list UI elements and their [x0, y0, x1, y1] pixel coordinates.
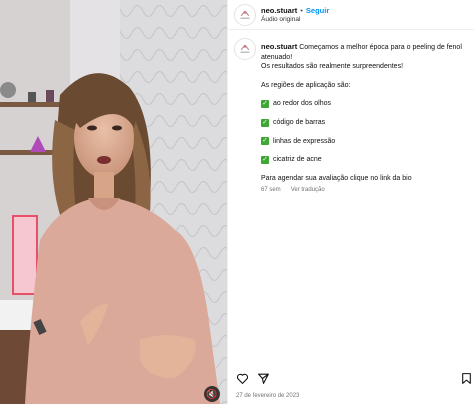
caption-avatar[interactable]	[234, 38, 256, 60]
caption-line2: Os resultados são realmente surpreendent…	[261, 63, 404, 71]
header-line: neo.stuart • Seguir	[261, 6, 329, 15]
list-item: ✓ código de barras	[261, 118, 467, 128]
follow-button[interactable]: Seguir	[306, 6, 329, 15]
regions-intro: As regiões de aplicação são:	[261, 81, 351, 89]
brand-logo-icon	[235, 5, 255, 25]
caption-body: neo.stuart Começamos a melhor época para…	[261, 42, 467, 196]
separator-dot: •	[300, 6, 303, 15]
video-frame	[0, 0, 227, 404]
post-info-panel: neo.stuart • Seguir Áudio original neo.stu…	[227, 0, 474, 404]
list-item: ✓ ao redor dos olhos	[261, 99, 467, 109]
heart-icon[interactable]	[236, 372, 249, 385]
brand-logo-icon	[235, 39, 255, 59]
list-item-label: ao redor dos olhos	[273, 100, 331, 108]
mute-icon[interactable]: 🔇	[204, 386, 220, 402]
checkmark-icon: ✓	[261, 137, 269, 146]
reel-video[interactable]: 🔇	[0, 0, 227, 404]
checkmark-icon: ✓	[261, 100, 269, 109]
caption-cta: Para agendar sua avaliação clique no lin…	[261, 174, 412, 182]
bookmark-icon[interactable]	[460, 372, 473, 385]
list-item-label: código de barras	[273, 118, 326, 126]
caption-username[interactable]: neo.stuart	[261, 42, 297, 51]
list-item: ✓ cicatriz de acne	[261, 155, 467, 165]
post-header: neo.stuart • Seguir Áudio original	[228, 0, 474, 30]
share-icon[interactable]	[257, 372, 270, 385]
username-link[interactable]: neo.stuart	[261, 6, 297, 15]
translate-button[interactable]: Ver tradução	[291, 187, 325, 193]
caption-meta: 67 sem Ver tradução	[261, 186, 467, 196]
avatar[interactable]	[234, 4, 256, 26]
post-age[interactable]: 67 sem	[261, 187, 281, 193]
audio-label[interactable]: Áudio original	[261, 16, 300, 23]
list-item-label: linhas de expressão	[273, 137, 336, 145]
checkmark-icon: ✓	[261, 118, 269, 127]
list-item: ✓ linhas de expressão	[261, 137, 467, 147]
action-bar	[228, 366, 474, 386]
post-date: 27 de fevereiro de 2023	[236, 393, 300, 399]
list-item-label: cicatriz de acne	[273, 156, 322, 164]
checkmark-icon: ✓	[261, 155, 269, 164]
